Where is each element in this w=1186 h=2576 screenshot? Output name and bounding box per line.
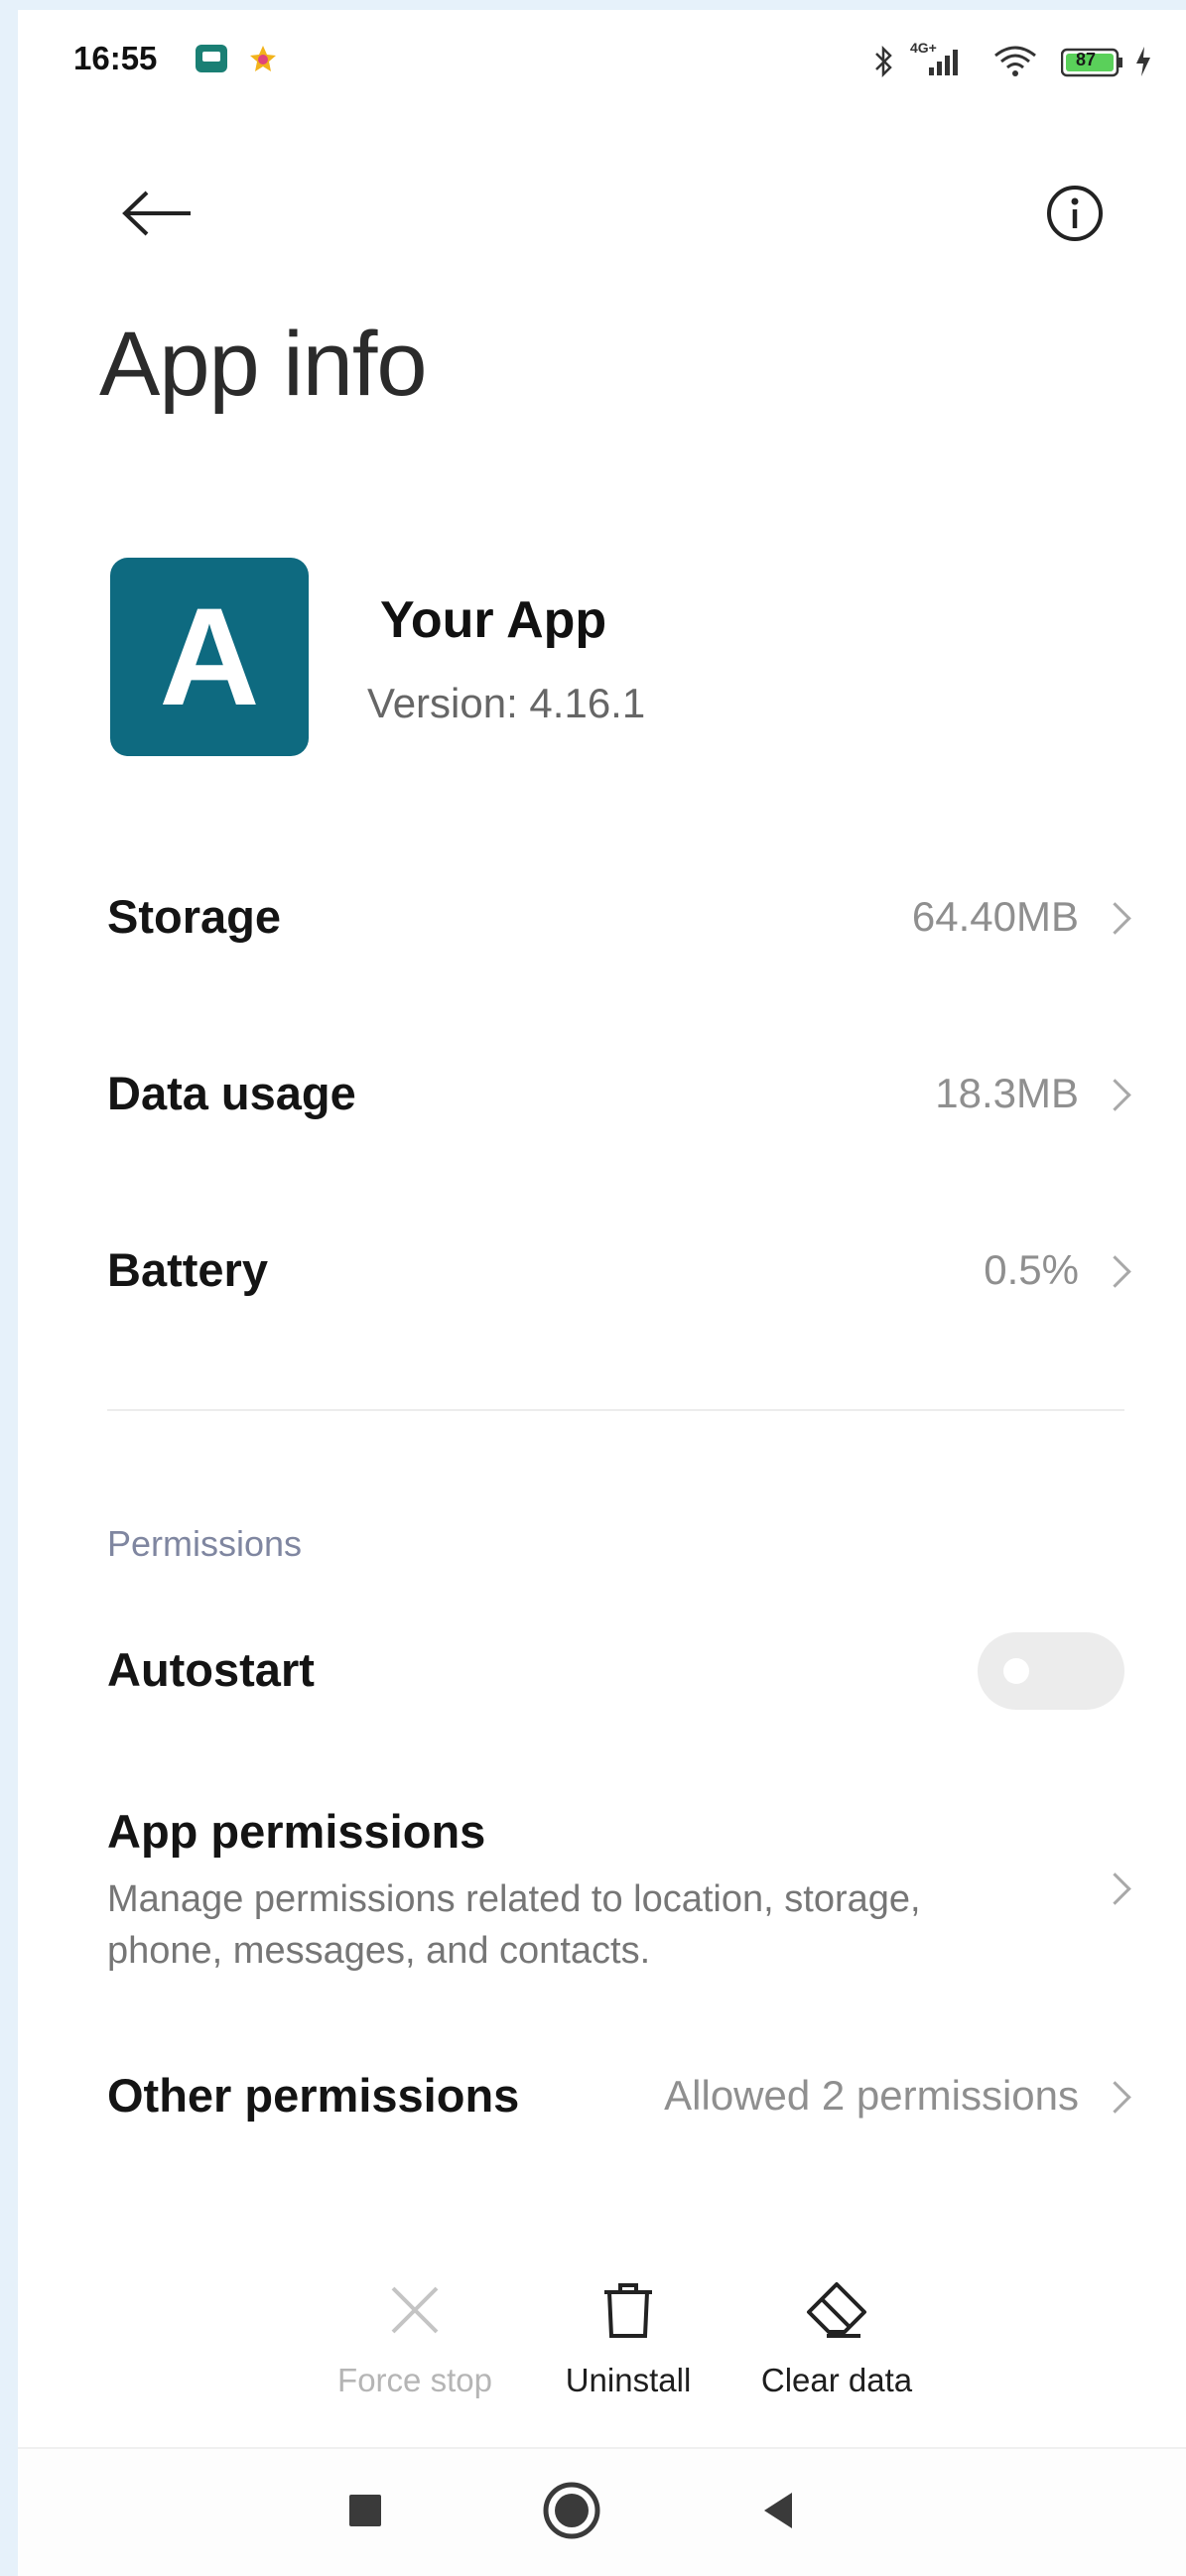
- star-notification-icon: [248, 44, 282, 73]
- battery-level-text: 87: [1076, 50, 1097, 69]
- nav-back-button[interactable]: [719, 2449, 838, 2568]
- eraser-icon: [807, 2282, 866, 2338]
- trash-icon: [604, 2283, 652, 2338]
- data-usage-label: Data usage: [107, 1067, 356, 1119]
- close-x-icon: [391, 2286, 439, 2334]
- chevron-right-icon: [1099, 1255, 1131, 1288]
- battery-label: Battery: [107, 1243, 268, 1296]
- arrow-left-icon: [122, 191, 191, 236]
- section-divider: [107, 1409, 1124, 1411]
- other-permissions-value: Allowed 2 permissions: [664, 2072, 1079, 2119]
- other-permissions-row[interactable]: Other permissions Allowed 2 permissions: [18, 2044, 1186, 2153]
- app-icon: A: [110, 558, 309, 756]
- force-stop-button[interactable]: Force stop: [316, 2272, 514, 2411]
- chevron-right-icon: [1099, 1872, 1131, 1905]
- chevron-right-icon: [1099, 2081, 1131, 2114]
- data-usage-value: 18.3MB: [935, 1070, 1079, 1116]
- uninstall-label: Uninstall: [565, 2362, 692, 2398]
- chevron-right-icon: [1099, 902, 1131, 935]
- chevron-right-icon: [1099, 1079, 1131, 1111]
- status-time: 16:55: [73, 40, 158, 76]
- force-stop-label: Force stop: [337, 2362, 492, 2398]
- navigation-bar: [18, 2447, 1186, 2576]
- page-title: App info: [99, 314, 428, 415]
- clear-data-label: Clear data: [760, 2362, 913, 2398]
- battery-row[interactable]: Battery 0.5%: [18, 1219, 1186, 1328]
- storage-value: 64.40MB: [911, 893, 1079, 940]
- square-icon: [349, 2495, 381, 2526]
- app-info-screen: 16:55 4G+ 87 App info A Your App Version…: [18, 10, 1186, 2576]
- info-circle-icon: [1047, 186, 1103, 241]
- autostart-label: Autostart: [107, 1643, 315, 1696]
- app-permissions-description: Manage permissions related to location, …: [107, 1878, 921, 1972]
- battery-value: 0.5%: [984, 1246, 1079, 1293]
- status-bar: 16:55 4G+ 87: [18, 10, 1186, 119]
- storage-row[interactable]: Storage 64.40MB: [18, 863, 1186, 972]
- other-permissions-label: Other permissions: [107, 2069, 520, 2122]
- toggle-knob: [1003, 1658, 1029, 1684]
- uninstall-button[interactable]: Uninstall: [529, 2272, 727, 2411]
- circle-icon: [543, 2482, 600, 2539]
- clear-data-button[interactable]: Clear data: [737, 2272, 936, 2411]
- app-version: Version: 4.16.1: [367, 680, 646, 726]
- autostart-toggle[interactable]: [978, 1632, 1124, 1710]
- charging-bolt-icon: [1134, 46, 1152, 82]
- app-name: Your App: [380, 591, 607, 649]
- messaging-app-notification-icon: [195, 44, 228, 73]
- app-icon-letter: A: [159, 579, 260, 734]
- triangle-back-icon: [764, 2493, 792, 2528]
- info-button[interactable]: [1030, 169, 1120, 258]
- app-permissions-row[interactable]: App permissions Manage permissions relat…: [18, 1786, 1186, 1985]
- wifi-icon: [991, 44, 1039, 82]
- data-usage-row[interactable]: Data usage 18.3MB: [18, 1042, 1186, 1151]
- home-button[interactable]: [512, 2449, 631, 2568]
- back-button[interactable]: [103, 169, 193, 258]
- storage-label: Storage: [107, 890, 281, 943]
- app-permissions-label: App permissions: [107, 1805, 486, 1858]
- bluetooth-icon: [872, 44, 896, 84]
- recents-button[interactable]: [306, 2449, 425, 2568]
- signal-strength-icon: [927, 46, 967, 80]
- permissions-section-label: Permissions: [107, 1523, 303, 1564]
